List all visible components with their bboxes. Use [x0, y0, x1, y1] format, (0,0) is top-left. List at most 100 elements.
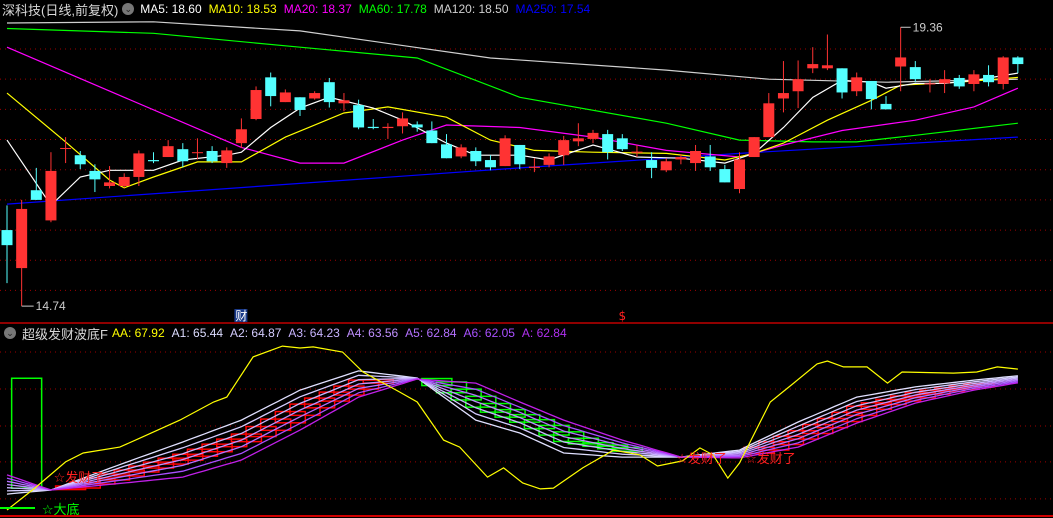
legend-value-a1: A1: 65.44 — [171, 326, 224, 340]
candle[interactable] — [484, 155, 496, 171]
candle[interactable] — [60, 137, 72, 164]
candle-body — [777, 93, 789, 99]
candle[interactable] — [763, 93, 775, 138]
candle[interactable] — [851, 72, 863, 97]
candle-body — [602, 134, 614, 153]
candle-body — [162, 146, 174, 158]
candle-body — [997, 57, 1009, 84]
candle-body — [484, 160, 496, 168]
candle[interactable] — [616, 134, 628, 151]
chevron-down-icon[interactable]: ⌄ — [122, 3, 135, 15]
candle[interactable] — [89, 164, 101, 193]
candle[interactable] — [953, 74, 965, 89]
candle-body — [865, 80, 877, 100]
candle-body — [323, 82, 335, 103]
candle[interactable] — [177, 143, 189, 168]
candle[interactable] — [792, 60, 804, 109]
candle[interactable] — [294, 97, 306, 116]
candle-body — [397, 118, 409, 127]
candle[interactable] — [426, 121, 438, 144]
candle[interactable] — [631, 144, 643, 158]
candle[interactable] — [514, 144, 526, 170]
chart-marker[interactable]: 财 — [235, 309, 247, 323]
candle[interactable] — [148, 152, 159, 164]
candle[interactable] — [45, 152, 57, 223]
candle[interactable] — [602, 129, 614, 160]
legend-value-ma120: MA120: 18.50 — [433, 2, 509, 16]
candle-body — [719, 169, 731, 183]
candle-body — [74, 155, 86, 165]
candle-body — [250, 90, 262, 120]
candle[interactable] — [821, 34, 833, 71]
candle[interactable] — [968, 70, 980, 92]
candle-body — [514, 144, 526, 165]
candle[interactable] — [909, 61, 921, 83]
legend-value-a6: A6: 62.05 — [463, 326, 515, 340]
candle[interactable] — [704, 144, 716, 171]
candle-body — [821, 65, 833, 69]
candle[interactable] — [309, 91, 321, 100]
candle[interactable] — [997, 56, 1009, 90]
candle[interactable] — [734, 152, 745, 194]
candle[interactable] — [880, 96, 892, 110]
candle[interactable] — [221, 147, 233, 168]
candle[interactable] — [807, 47, 819, 74]
candle[interactable] — [470, 147, 482, 167]
candle-body — [353, 105, 365, 128]
candle[interactable] — [441, 134, 452, 159]
candle[interactable] — [983, 65, 995, 87]
candle[interactable] — [748, 137, 760, 158]
candle[interactable] — [118, 173, 130, 188]
candle[interactable] — [206, 146, 218, 164]
candle[interactable] — [558, 135, 570, 165]
candle[interactable] — [1012, 56, 1024, 74]
candle-body — [646, 160, 658, 168]
stock-chart[interactable]: 19.3614.74财 $ ☆发财了☆发财了 ☆发财了☆大底 — [0, 0, 1053, 518]
candlesticks[interactable] — [1, 27, 1024, 307]
candle[interactable] — [397, 112, 409, 134]
indicator-title[interactable]: 超级发财波底F — [22, 324, 108, 343]
candle[interactable] — [455, 144, 467, 159]
candle-body — [807, 64, 819, 69]
chevron-down-icon[interactable]: ⌄ — [4, 327, 16, 339]
candle-body — [734, 159, 745, 190]
candle[interactable] — [279, 89, 291, 103]
candle[interactable] — [777, 61, 789, 113]
candle[interactable] — [587, 129, 599, 144]
candle[interactable] — [162, 140, 174, 158]
moving-average-lines — [6, 21, 1019, 207]
candle[interactable] — [865, 80, 877, 110]
candle[interactable] — [660, 158, 672, 173]
candle[interactable] — [836, 68, 848, 99]
candle[interactable] — [719, 164, 731, 183]
legend-value-a4: A4: 63.56 — [346, 326, 399, 340]
candle[interactable] — [338, 93, 350, 112]
signal-box — [10, 377, 43, 489]
candle[interactable] — [382, 123, 394, 139]
candle[interactable] — [367, 119, 379, 130]
candle-body — [367, 126, 379, 129]
candle[interactable] — [235, 118, 247, 148]
signal-label: ☆发财了 — [54, 470, 105, 486]
stock-title[interactable]: 深科技(日线,前复权) — [2, 0, 118, 19]
candle-body — [558, 140, 570, 156]
candle-body — [265, 77, 277, 97]
candle[interactable] — [30, 167, 42, 200]
candle[interactable] — [250, 86, 262, 121]
candle[interactable] — [1, 205, 13, 284]
candle[interactable] — [499, 135, 511, 167]
candle[interactable] — [323, 77, 335, 108]
candle[interactable] — [646, 152, 658, 179]
indicator-lines — [6, 345, 1019, 511]
candle-body — [880, 103, 892, 110]
candle[interactable] — [939, 70, 951, 94]
candle[interactable] — [74, 150, 86, 170]
candle[interactable] — [191, 138, 203, 160]
candle-body — [895, 57, 907, 67]
chart-marker[interactable]: $ — [618, 309, 626, 323]
candle-body — [470, 150, 482, 162]
candle[interactable] — [265, 72, 277, 107]
candle[interactable] — [690, 144, 702, 171]
candle-body — [16, 208, 28, 269]
candle-body — [660, 161, 672, 171]
